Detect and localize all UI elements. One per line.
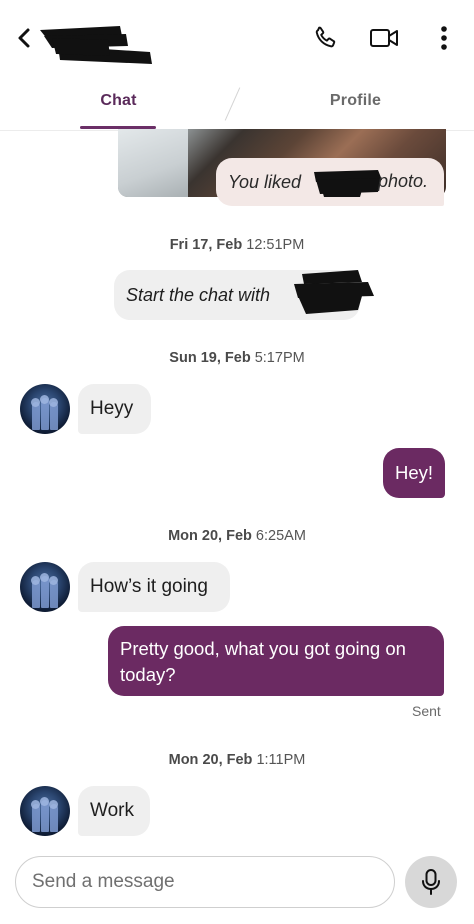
timestamp-time: 1:11PM — [256, 752, 306, 768]
avatar[interactable] — [20, 786, 70, 836]
message-input-placeholder: Send a message — [32, 871, 175, 892]
timestamp-day: Mon 20, Feb — [168, 528, 252, 544]
incoming-message: How’s it going — [78, 562, 230, 612]
message-text: Pretty good, what you got going on today… — [120, 638, 406, 685]
contact-name-redacted[interactable] — [38, 22, 156, 66]
message-composer: Send a message — [0, 844, 474, 924]
avatar[interactable] — [20, 384, 70, 434]
tab-profile[interactable]: Profile — [237, 92, 474, 110]
timestamp: Mon 20, Feb 1:11PM — [0, 752, 474, 768]
liked-suffix-text: photo. — [378, 171, 429, 191]
video-camera-icon — [370, 29, 398, 47]
message-input[interactable]: Send a message — [15, 856, 395, 908]
voice-message-button[interactable] — [405, 856, 457, 908]
message-text: How’s it going — [90, 576, 208, 597]
incoming-message: Work — [78, 786, 150, 836]
more-vertical-icon — [441, 26, 447, 50]
timestamp-time: 12:51PM — [246, 237, 305, 253]
chevron-left-icon — [18, 28, 30, 48]
timestamp-day: Fri 17, Feb — [169, 237, 243, 253]
timestamp: Fri 17, Feb 12:51PM — [0, 237, 474, 253]
avatar[interactable] — [20, 562, 70, 612]
more-options-button[interactable] — [428, 22, 460, 54]
liked-prefix-text: You liked — [228, 171, 302, 192]
tab-bar: Chat Profile — [0, 78, 474, 131]
message-text: Heyy — [90, 398, 134, 419]
redacted-name-liked — [312, 168, 384, 198]
outgoing-message: Hey! — [383, 448, 445, 498]
redacted-name-system — [292, 268, 376, 316]
voice-call-button[interactable] — [309, 22, 341, 54]
sent-status: Sent — [412, 703, 441, 719]
tab-chat[interactable]: Chat — [0, 92, 237, 110]
video-call-button[interactable] — [368, 22, 400, 54]
timestamp: Sun 19, Feb 5:17PM — [0, 350, 474, 366]
top-bar — [0, 0, 474, 78]
timestamp-time: 5:17PM — [254, 350, 305, 366]
timestamp-day: Mon 20, Feb — [168, 752, 253, 768]
timestamp-day: Sun 19, Feb — [169, 350, 251, 366]
message-text: Work — [90, 800, 134, 821]
photo-detail — [118, 129, 188, 197]
timestamp: Mon 20, Feb 6:25AM — [0, 528, 474, 544]
outgoing-message: Pretty good, what you got going on today… — [108, 626, 444, 696]
incoming-message: Heyy — [78, 384, 151, 434]
microphone-icon — [422, 869, 440, 895]
message-text: Hey! — [394, 462, 434, 483]
system-message-text: Start the chat with — [126, 284, 271, 305]
back-button[interactable] — [14, 24, 38, 52]
timestamp-time: 6:25AM — [255, 528, 306, 544]
phone-icon — [315, 26, 336, 48]
